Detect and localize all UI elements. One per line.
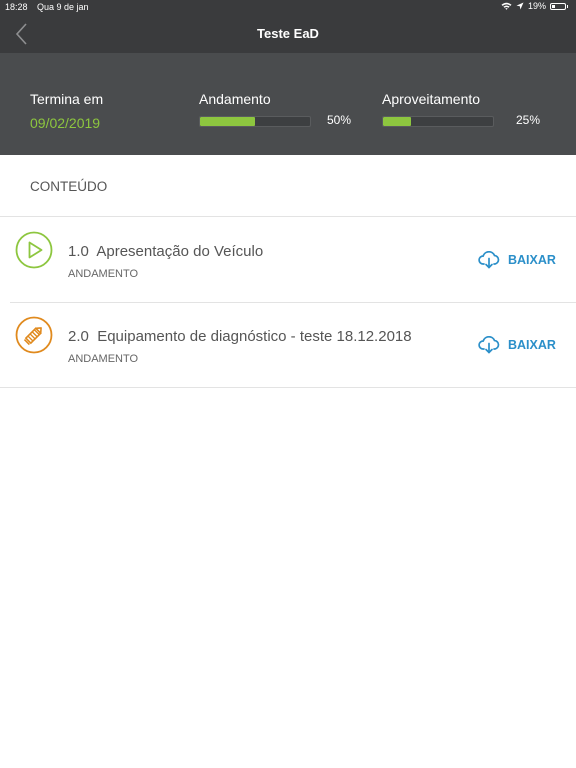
list-item[interactable]: 2.0 Equipamento de diagnóstico - teste 1…	[0, 303, 576, 388]
download-label: BAIXAR	[508, 253, 556, 267]
course-summary: Termina em 09/02/2019 Andamento 50% Apro…	[0, 53, 576, 155]
cloud-download-icon	[478, 251, 500, 269]
status-bar: 18:28 Qua 9 de jan 19%	[0, 0, 576, 15]
ends-date: 09/02/2019	[30, 115, 101, 131]
progress-percent: 50%	[327, 113, 352, 127]
battery-icon	[550, 2, 566, 10]
status-date: Qua 9 de jan	[37, 2, 89, 12]
battery-percent: 19%	[527, 1, 546, 11]
item-status: ANDAMENTO	[68, 268, 139, 280]
download-label: BAIXAR	[508, 338, 556, 352]
location-arrow-icon	[516, 2, 524, 10]
score-percent: 25%	[516, 113, 541, 127]
progress-bar-fill	[200, 117, 255, 126]
wifi-icon	[501, 2, 512, 10]
download-button[interactable]: BAIXAR	[478, 336, 556, 354]
play-icon	[15, 231, 53, 269]
item-title: 1.0 Apresentação do Veículo	[68, 243, 264, 260]
item-title: 2.0 Equipamento de diagnóstico - teste 1…	[68, 328, 412, 345]
divider	[0, 387, 576, 388]
content-section-header: CONTEÚDO	[0, 155, 576, 217]
section-title: CONTEÚDO	[30, 179, 108, 194]
item-status: ANDAMENTO	[68, 353, 139, 365]
ends-label: Termina em	[30, 91, 104, 107]
progress-label: Andamento	[199, 91, 271, 107]
page-title: Teste EaD	[257, 26, 319, 41]
nav-bar: Teste EaD	[0, 15, 576, 53]
pencil-icon	[15, 316, 53, 354]
progress-bar	[199, 116, 311, 127]
list-item[interactable]: 1.0 Apresentação do Veículo ANDAMENTO BA…	[0, 218, 576, 303]
score-bar-fill	[383, 117, 411, 126]
score-label: Aproveitamento	[382, 91, 481, 107]
score-bar	[382, 116, 494, 127]
status-time: 18:28	[5, 2, 28, 12]
status-indicators: 19%	[501, 1, 568, 11]
cloud-download-icon	[478, 336, 500, 354]
download-button[interactable]: BAIXAR	[478, 251, 556, 269]
